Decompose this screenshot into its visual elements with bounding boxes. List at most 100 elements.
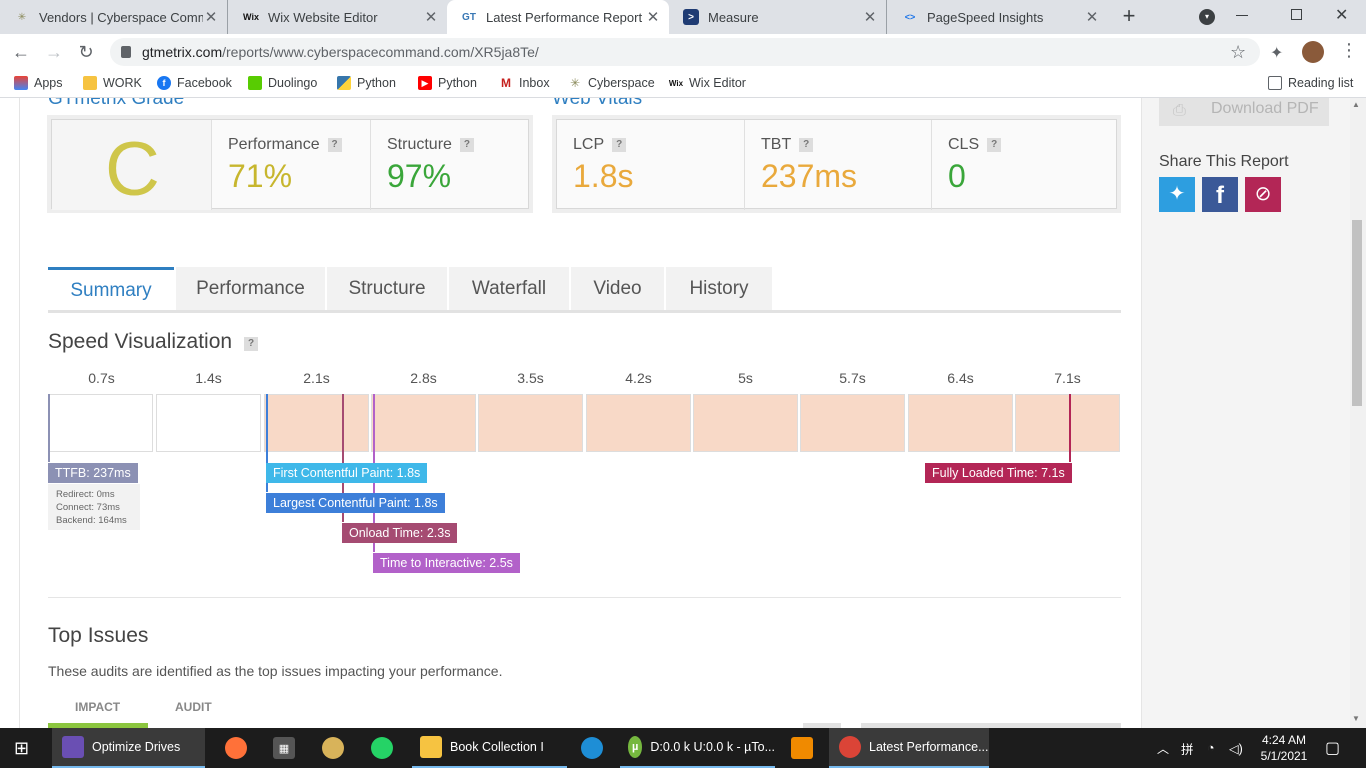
page-scrollbar[interactable]: ▲ ▼ bbox=[1350, 98, 1366, 728]
tick-label: 0.7s bbox=[88, 370, 115, 386]
close-tab-icon[interactable]: ✕ bbox=[1084, 8, 1100, 26]
bookmark-python-2[interactable]: ▶ Python bbox=[418, 76, 477, 90]
download-pdf-label: Download PDF bbox=[1211, 100, 1319, 117]
top-issues-title: Top Issues bbox=[48, 624, 149, 647]
close-tab-icon[interactable]: ✕ bbox=[862, 8, 878, 26]
new-tab-button[interactable]: + bbox=[1117, 4, 1141, 28]
twitter-share-icon[interactable]: ✦ bbox=[1159, 177, 1195, 212]
start-button[interactable]: ⊞ bbox=[14, 728, 29, 768]
tab-summary[interactable]: Summary bbox=[48, 267, 174, 313]
reload-icon[interactable]: ↻ bbox=[74, 40, 98, 64]
menu-icon[interactable]: ⋮ bbox=[1340, 40, 1358, 61]
taskbar-book-collection[interactable]: Book Collection I bbox=[412, 728, 567, 768]
section-divider bbox=[48, 597, 1121, 598]
fcp-marker: First Contentful Paint: 1.8s bbox=[266, 463, 428, 483]
bookmark-duolingo[interactable]: Duolingo bbox=[248, 76, 317, 90]
bookmark-label: Cyberspace bbox=[588, 76, 655, 90]
filmstrip-frame[interactable] bbox=[800, 394, 905, 452]
cls-label: CLS bbox=[948, 136, 980, 153]
lcp-label: LCP bbox=[573, 136, 605, 153]
notifications-icon[interactable]: ▢ bbox=[1325, 728, 1340, 768]
filmstrip-frame[interactable] bbox=[478, 394, 583, 452]
bookmark-work[interactable]: WORK bbox=[83, 76, 142, 90]
taskbar-edge[interactable] bbox=[581, 728, 611, 768]
filmstrip-frame[interactable] bbox=[586, 394, 691, 452]
tab-history[interactable]: History bbox=[666, 267, 772, 313]
help-icon[interactable]: ? bbox=[799, 138, 814, 152]
audit-column-header[interactable]: AUDIT bbox=[175, 700, 212, 714]
download-pdf-button[interactable]: ⎙ Download PDF bbox=[1159, 98, 1329, 126]
show-hidden-icons[interactable]: ︿ bbox=[1157, 728, 1169, 768]
grade-letter: C bbox=[105, 127, 160, 212]
taskbar-vlc[interactable] bbox=[791, 728, 821, 768]
volume-icon[interactable]: ◁) bbox=[1229, 728, 1243, 768]
bookmark-python-1[interactable]: Python bbox=[337, 76, 396, 90]
filmstrip-frame[interactable] bbox=[1015, 394, 1120, 452]
help-icon[interactable]: ? bbox=[244, 337, 259, 351]
bookmark-cyberspace[interactable]: ✳ Cyberspace bbox=[568, 76, 655, 90]
help-icon[interactable]: ? bbox=[459, 138, 474, 152]
browser-tab-vendors[interactable]: ✳ Vendors | Cyberspace Comma ✕ bbox=[0, 0, 228, 34]
network-icon[interactable]: ◔ bbox=[1207, 728, 1215, 768]
taskbar-label: Latest Performance... bbox=[869, 740, 989, 754]
extensions-icon[interactable]: ✦ bbox=[1270, 43, 1283, 63]
close-tab-icon[interactable]: ✕ bbox=[423, 8, 439, 26]
input-method-indicator[interactable]: 拼 bbox=[1181, 728, 1194, 768]
tab-video[interactable]: Video bbox=[571, 267, 664, 313]
tab-structure[interactable]: Structure bbox=[327, 267, 447, 313]
tab-waterfall[interactable]: Waterfall bbox=[449, 267, 569, 313]
tab-performance[interactable]: Performance bbox=[176, 267, 325, 313]
reading-list-icon bbox=[1268, 76, 1282, 90]
windows-taskbar: ⊞ Optimize Drives ▦ Book Collection I µD… bbox=[0, 728, 1366, 768]
filmstrip-frame[interactable] bbox=[908, 394, 1013, 452]
bookmark-inbox[interactable]: M Inbox bbox=[499, 76, 550, 90]
close-tab-icon[interactable]: ✕ bbox=[645, 8, 661, 26]
tick-label: 7.1s bbox=[1054, 370, 1081, 386]
tbt-label: TBT bbox=[761, 136, 792, 153]
forward-icon[interactable]: → bbox=[42, 40, 66, 64]
filmstrip-frame[interactable] bbox=[156, 394, 261, 452]
filmstrip-frame[interactable] bbox=[693, 394, 798, 452]
system-clock[interactable]: 4:24 AM 5/1/2021 bbox=[1258, 728, 1310, 768]
browser-tab-measure[interactable]: > Measure ✕ bbox=[669, 0, 887, 34]
scroll-up-icon[interactable]: ▲ bbox=[1352, 100, 1360, 109]
taskbar-calculator[interactable]: ▦ bbox=[273, 728, 303, 768]
browser-tab-wix[interactable]: Wix Wix Website Editor ✕ bbox=[229, 0, 447, 34]
tab-search-icon[interactable]: ▾ bbox=[1199, 9, 1215, 25]
help-icon[interactable]: ? bbox=[987, 138, 1002, 152]
profile-avatar[interactable] bbox=[1302, 41, 1324, 63]
back-icon[interactable]: ← bbox=[9, 40, 33, 64]
help-icon[interactable]: ? bbox=[327, 138, 342, 152]
filmstrip-frame[interactable] bbox=[371, 394, 476, 452]
measure-favicon-icon: > bbox=[683, 9, 699, 25]
bookmark-apps[interactable]: Apps bbox=[14, 76, 63, 90]
bookmark-facebook[interactable]: f Facebook bbox=[157, 76, 232, 90]
restore-icon[interactable] bbox=[1291, 9, 1302, 20]
taskbar-firefox[interactable] bbox=[225, 728, 255, 768]
minimize-icon[interactable] bbox=[1236, 15, 1248, 16]
browser-tab-gtmetrix[interactable]: GT Latest Performance Report fo ✕ bbox=[447, 0, 669, 34]
bookmark-wix-editor[interactable]: Wix Wix Editor bbox=[669, 76, 746, 90]
reading-list[interactable]: Reading list bbox=[1268, 76, 1353, 90]
taskbar-whatsapp[interactable] bbox=[371, 728, 401, 768]
link-share-icon[interactable]: ⊘ bbox=[1245, 177, 1281, 212]
window-close-icon[interactable]: ✕ bbox=[1335, 5, 1348, 25]
pdf-icon: ⎙ bbox=[1173, 102, 1186, 119]
impact-column-header[interactable]: IMPACT bbox=[75, 700, 120, 714]
help-icon[interactable]: ? bbox=[612, 138, 627, 152]
taskbar-chrome[interactable]: Latest Performance... bbox=[829, 728, 989, 768]
scrollbar-thumb[interactable] bbox=[1352, 220, 1362, 406]
filmstrip-frame[interactable] bbox=[48, 394, 153, 452]
taskbar-optimize-drives[interactable]: Optimize Drives bbox=[52, 728, 205, 768]
address-bar[interactable]: gtmetrix.com/reports/www.cyberspacecomma… bbox=[110, 38, 1260, 66]
taskbar-paint[interactable] bbox=[322, 728, 352, 768]
tick-label: 3.5s bbox=[517, 370, 544, 386]
close-tab-icon[interactable]: ✕ bbox=[203, 8, 219, 26]
filmstrip-frame[interactable] bbox=[264, 394, 369, 452]
bookmark-label: Duolingo bbox=[268, 76, 318, 90]
browser-tab-pagespeed[interactable]: <> PageSpeed Insights ✕ bbox=[888, 0, 1108, 34]
scroll-down-icon[interactable]: ▼ bbox=[1352, 714, 1360, 723]
facebook-share-icon[interactable]: f bbox=[1202, 177, 1238, 212]
bookmark-star-icon[interactable]: ☆ bbox=[1230, 38, 1246, 66]
taskbar-utorrent[interactable]: µ D:0.0 k U:0.0 k - µTo... bbox=[620, 728, 775, 768]
